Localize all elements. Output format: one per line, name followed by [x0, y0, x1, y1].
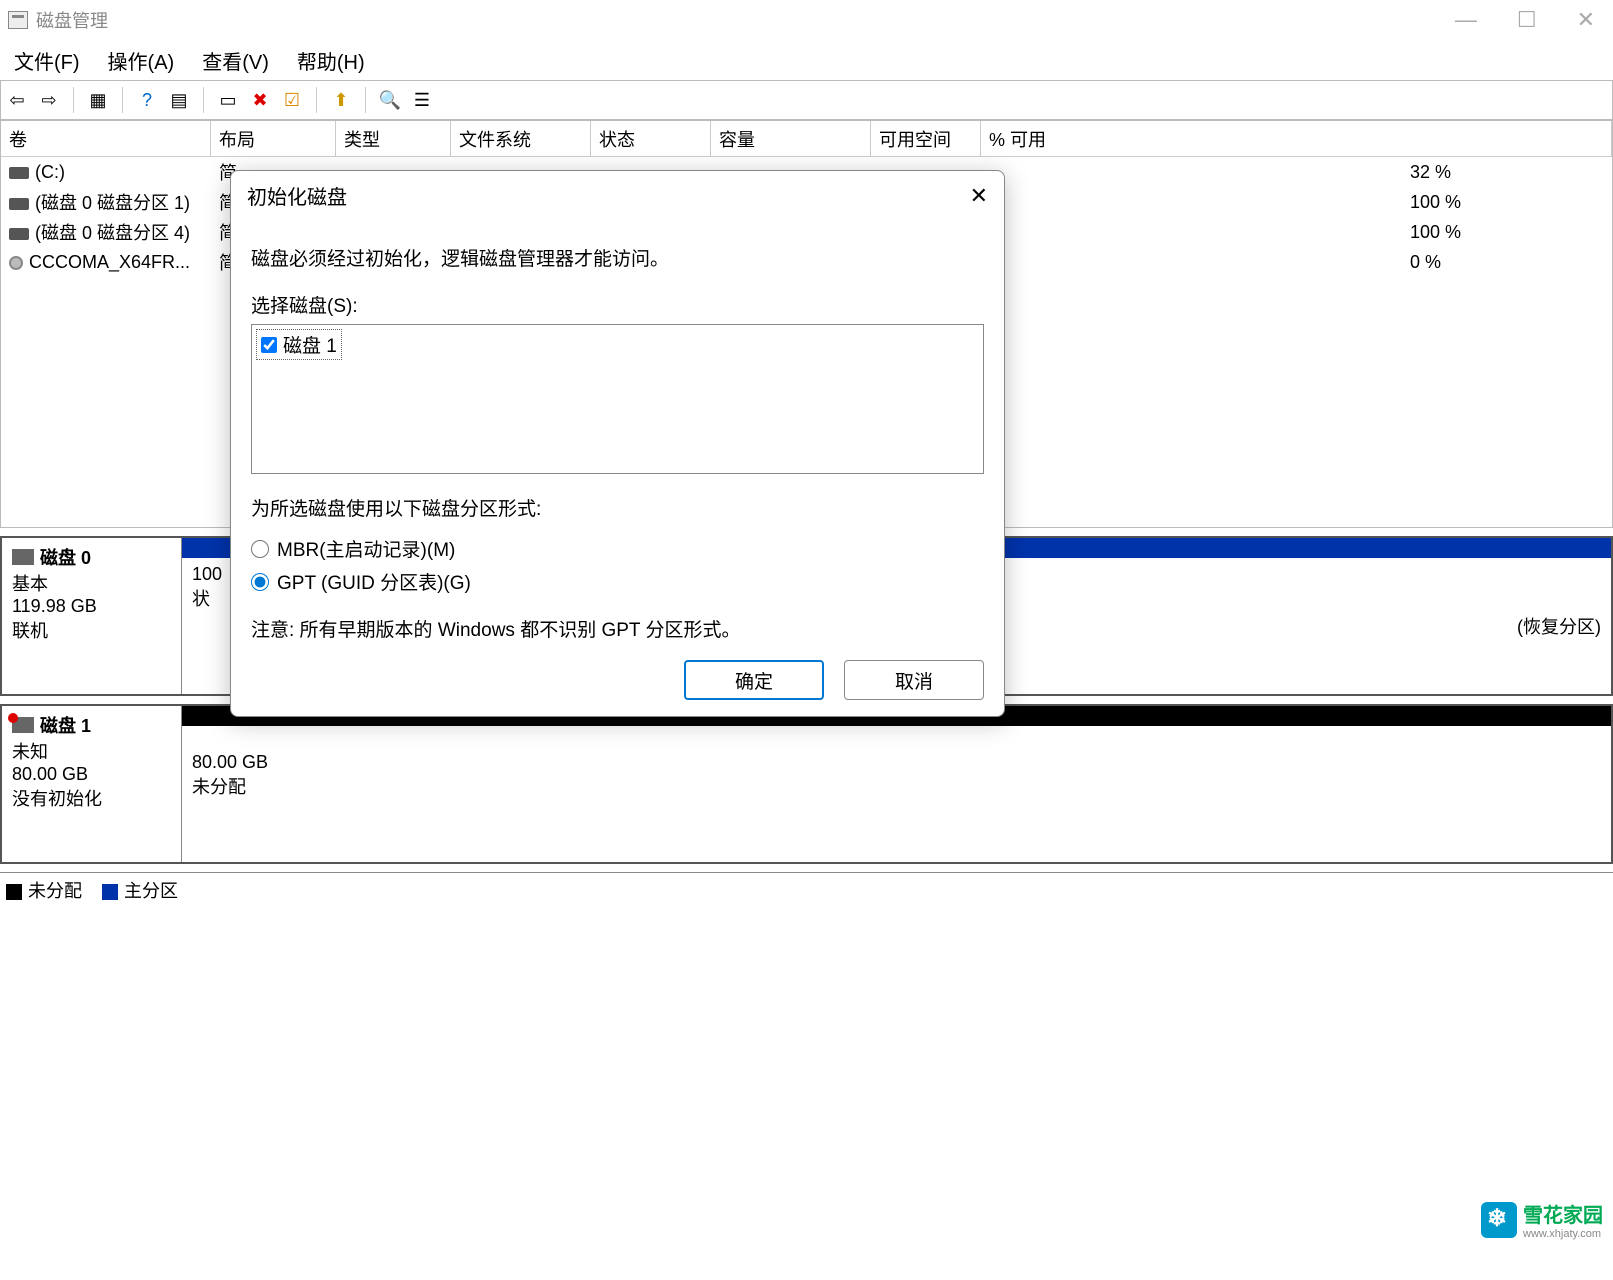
ok-button[interactable]: 确定	[684, 660, 824, 700]
cancel-button[interactable]: 取消	[844, 660, 984, 700]
col-type[interactable]: 类型	[336, 121, 451, 156]
menu-help[interactable]: 帮助(H)	[297, 46, 365, 75]
menu-file[interactable]: 文件(F)	[14, 46, 80, 75]
search-icon[interactable]: 🔍	[378, 88, 402, 112]
watermark-logo-icon	[1481, 1202, 1517, 1238]
minimize-button[interactable]: —	[1455, 7, 1477, 33]
select-disk-label: 选择磁盘(S):	[251, 291, 984, 318]
column-headers: 卷 布局 类型 文件系统 状态 容量 可用空间 % 可用	[1, 121, 1612, 157]
dialog-message: 磁盘必须经过初始化，逻辑磁盘管理器才能访问。	[251, 244, 984, 271]
initialize-disk-dialog: 初始化磁盘 ✕ 磁盘必须经过初始化，逻辑磁盘管理器才能访问。 选择磁盘(S): …	[230, 170, 1005, 717]
title-bar: 磁盘管理 — ☐ ✕	[0, 0, 1613, 40]
disk-list-item[interactable]: 磁盘 1	[256, 329, 342, 360]
col-status[interactable]: 状态	[591, 121, 711, 156]
volume-icon	[9, 228, 29, 240]
close-button[interactable]: ✕	[1577, 7, 1595, 33]
mbr-label: MBR(主启动记录)(M)	[277, 535, 455, 562]
menu-action[interactable]: 操作(A)	[108, 46, 175, 75]
help-icon[interactable]: ?	[135, 88, 159, 112]
watermark: 雪花家园 www.xhjaty.com	[1481, 1199, 1603, 1240]
cd-icon	[9, 256, 23, 270]
disk-checkbox[interactable]	[261, 337, 277, 353]
dialog-note: 注意: 所有早期版本的 Windows 都不识别 GPT 分区形式。	[251, 615, 984, 642]
legend-unallocated-icon	[6, 884, 22, 900]
disk-icon[interactable]: ▭	[216, 88, 240, 112]
grid-icon[interactable]: ▦	[86, 88, 110, 112]
volume-icon	[9, 167, 29, 179]
app-icon	[8, 11, 28, 29]
disk-icon	[12, 549, 34, 565]
dialog-close-icon[interactable]: ✕	[970, 183, 988, 209]
gpt-label: GPT (GUID 分区表)(G)	[277, 568, 471, 595]
col-capacity[interactable]: 容量	[711, 121, 871, 156]
legend: 未分配 主分区	[0, 872, 1613, 907]
up-icon[interactable]: ⬆	[329, 88, 353, 112]
col-layout[interactable]: 布局	[211, 121, 336, 156]
delete-icon[interactable]: ✖	[248, 88, 272, 112]
disk-error-icon	[12, 717, 34, 733]
volume-icon	[9, 198, 29, 210]
col-fs[interactable]: 文件系统	[451, 121, 591, 156]
legend-primary-icon	[102, 884, 118, 900]
back-icon[interactable]: ⇦	[5, 88, 29, 112]
toolbar: ⇦ ⇨ ▦ ? ▤ ▭ ✖ ☑ ⬆ 🔍 ☰	[0, 80, 1613, 120]
window-title: 磁盘管理	[36, 7, 108, 33]
maximize-button[interactable]: ☐	[1517, 7, 1537, 33]
dialog-title: 初始化磁盘	[247, 181, 347, 210]
disk-listbox[interactable]: 磁盘 1	[251, 324, 984, 474]
partition-style-label: 为所选磁盘使用以下磁盘分区形式:	[251, 494, 984, 521]
check-icon[interactable]: ☑	[280, 88, 304, 112]
forward-icon[interactable]: ⇨	[37, 88, 61, 112]
mbr-radio[interactable]	[251, 540, 269, 558]
col-percent[interactable]: % 可用	[981, 121, 1612, 156]
col-volume[interactable]: 卷	[1, 121, 211, 156]
recovery-partition: (恢复分区)	[1517, 613, 1601, 639]
menu-bar: 文件(F) 操作(A) 查看(V) 帮助(H)	[0, 40, 1613, 80]
col-free[interactable]: 可用空间	[871, 121, 981, 156]
disk1-panel[interactable]: 磁盘 1 未知 80.00 GB 没有初始化 80.00 GB 未分配	[0, 704, 1613, 864]
list-icon[interactable]: ▤	[167, 88, 191, 112]
menu-view[interactable]: 查看(V)	[202, 46, 269, 75]
gpt-radio[interactable]	[251, 573, 269, 591]
props-icon[interactable]: ☰	[410, 88, 434, 112]
